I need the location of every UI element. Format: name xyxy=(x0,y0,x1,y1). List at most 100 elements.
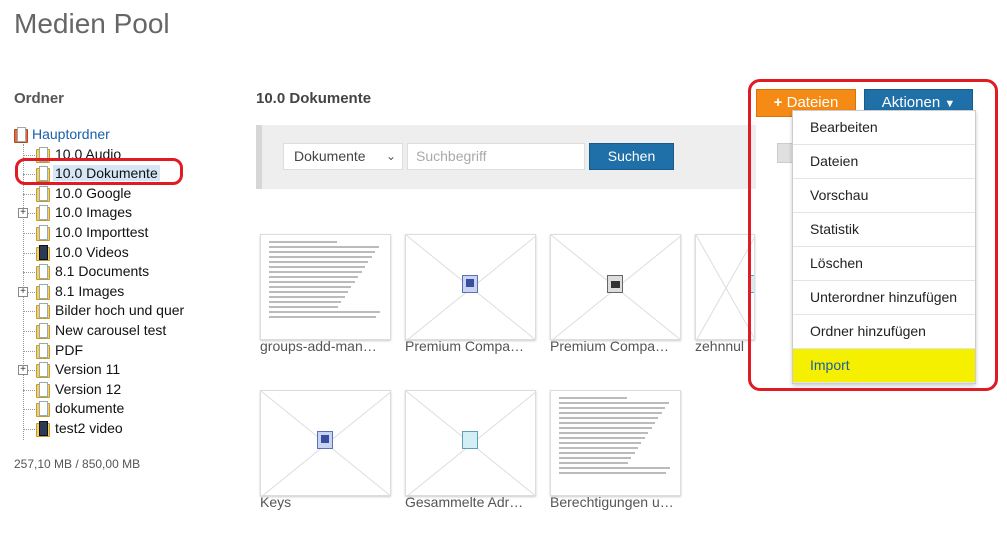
tree-item[interactable]: 10.0 Images xyxy=(36,203,134,223)
file-thumbnail[interactable] xyxy=(405,390,536,496)
tree-item[interactable]: 10.0 Videos xyxy=(36,243,131,263)
preview-line xyxy=(269,271,362,273)
preview-line xyxy=(559,457,632,459)
folder-icon xyxy=(36,225,50,241)
tree-item[interactable]: Version 12 xyxy=(36,380,123,400)
preview-line xyxy=(559,407,666,409)
tree-connector xyxy=(23,252,35,254)
folder-icon xyxy=(36,362,50,379)
folder-tree: Hauptordner 10.0 Audio 10.0 Dokumente 10.0… xyxy=(14,125,184,440)
actions-annotation xyxy=(748,79,998,391)
selected-folder-annotation xyxy=(15,158,183,185)
preview-line xyxy=(269,251,376,253)
tree-item-label: PDF xyxy=(55,341,83,358)
file-label[interactable]: Premium Compa… xyxy=(405,338,536,354)
folder-icon xyxy=(36,205,50,222)
preview-line xyxy=(269,316,377,318)
preview-line xyxy=(559,397,627,399)
expand-icon[interactable]: + xyxy=(18,208,28,219)
preview-line xyxy=(269,276,359,278)
sheet-file-icon xyxy=(462,431,478,449)
preview-line xyxy=(269,311,380,313)
preview-line xyxy=(559,442,642,444)
preview-line xyxy=(559,452,635,454)
expand-icon[interactable]: + xyxy=(18,365,28,376)
preview-line xyxy=(559,402,669,404)
preview-line xyxy=(559,462,628,464)
tree-item[interactable]: 10.0 Importtest xyxy=(36,223,150,243)
folder-icon xyxy=(36,264,50,281)
preview-line xyxy=(559,437,645,439)
word-file-icon xyxy=(462,275,478,293)
preview-line xyxy=(269,266,366,268)
preview-line xyxy=(559,432,649,434)
file-thumbnail[interactable] xyxy=(550,234,681,340)
file-label[interactable]: groups-add-man… xyxy=(260,338,391,354)
tree-item-label: 10.0 Google xyxy=(55,184,132,201)
video-folder-icon xyxy=(36,244,50,261)
file-thumbnail[interactable] xyxy=(695,234,755,340)
preview-line xyxy=(269,261,369,263)
file-thumbnail[interactable] xyxy=(260,390,391,496)
preview-line xyxy=(559,467,670,469)
preview-line xyxy=(269,281,355,283)
tree-item[interactable]: test2 video xyxy=(36,419,125,439)
file-thumbnail[interactable] xyxy=(550,390,681,496)
tree-item[interactable]: 8.1 Documents xyxy=(36,262,151,282)
tree-connector xyxy=(23,311,35,313)
tree-item-label: 10.0 Images xyxy=(55,204,133,221)
tree-connector xyxy=(23,331,35,332)
type-select[interactable]: Dokumente ⌄ xyxy=(283,143,403,170)
file-thumbnail[interactable] xyxy=(405,234,536,340)
tree-item[interactable]: New carousel test xyxy=(36,321,168,341)
preview-line xyxy=(269,291,349,293)
tree-item[interactable]: Version 11 xyxy=(36,360,122,380)
tree-root-label: Hauptordner xyxy=(32,126,110,142)
presentation-file-icon xyxy=(607,275,623,293)
tree-connector xyxy=(23,389,35,391)
tree-item[interactable]: 8.1 Images xyxy=(36,282,126,302)
preview-line xyxy=(559,427,652,429)
tree-item-label: Version 11 xyxy=(55,361,121,378)
root-folder-icon xyxy=(14,127,28,143)
file-label[interactable]: zehnnul xyxy=(695,338,755,354)
type-select-value: Dokumente xyxy=(294,148,366,164)
word-file-icon xyxy=(317,431,333,449)
preview-line xyxy=(269,301,342,303)
preview-line xyxy=(269,286,352,288)
tree-item[interactable]: 10.0 Google xyxy=(36,184,133,204)
file-label[interactable]: Premium Compa… xyxy=(550,338,681,354)
video-folder-icon xyxy=(36,421,50,437)
section-title: 10.0 Dokumente xyxy=(256,90,372,107)
folder-icon xyxy=(36,283,50,300)
chevron-down-icon: ⌄ xyxy=(385,149,396,163)
search-button[interactable]: Suchen xyxy=(589,143,674,170)
tree-item[interactable]: PDF xyxy=(36,341,85,361)
preview-line xyxy=(269,306,338,308)
tree-item-label: test2 video xyxy=(55,420,123,436)
search-bar: Dokumente ⌄ Suchbegriff Suchen xyxy=(256,125,797,189)
file-label[interactable]: Berechtigungen u… xyxy=(550,494,681,510)
tree-connector xyxy=(23,409,35,411)
sidebar-heading: Ordner xyxy=(14,90,65,107)
folder-icon xyxy=(36,323,50,339)
file-thumbnail[interactable] xyxy=(260,234,391,340)
search-input[interactable]: Suchbegriff xyxy=(407,143,585,170)
preview-line xyxy=(559,422,656,424)
file-label[interactable]: Keys xyxy=(260,494,391,510)
tree-root[interactable]: Hauptordner xyxy=(14,125,110,145)
preview-line xyxy=(269,296,345,298)
document-preview xyxy=(269,241,382,321)
tree-item[interactable]: Bilder hoch und quer xyxy=(36,301,186,321)
tree-item-label: 10.0 Videos xyxy=(55,243,129,260)
tree-connector xyxy=(23,193,35,195)
folder-icon xyxy=(36,185,50,202)
preview-line xyxy=(269,241,337,243)
file-label[interactable]: Gesammelte Adr… xyxy=(405,494,536,510)
tree-item-label: Bilder hoch und quer xyxy=(55,302,185,319)
expand-icon[interactable]: + xyxy=(18,286,28,297)
tree-connector xyxy=(23,429,35,430)
tree-item-label: Version 12 xyxy=(55,380,122,397)
tree-item[interactable]: dokumente xyxy=(36,399,126,419)
folder-icon xyxy=(36,381,50,398)
